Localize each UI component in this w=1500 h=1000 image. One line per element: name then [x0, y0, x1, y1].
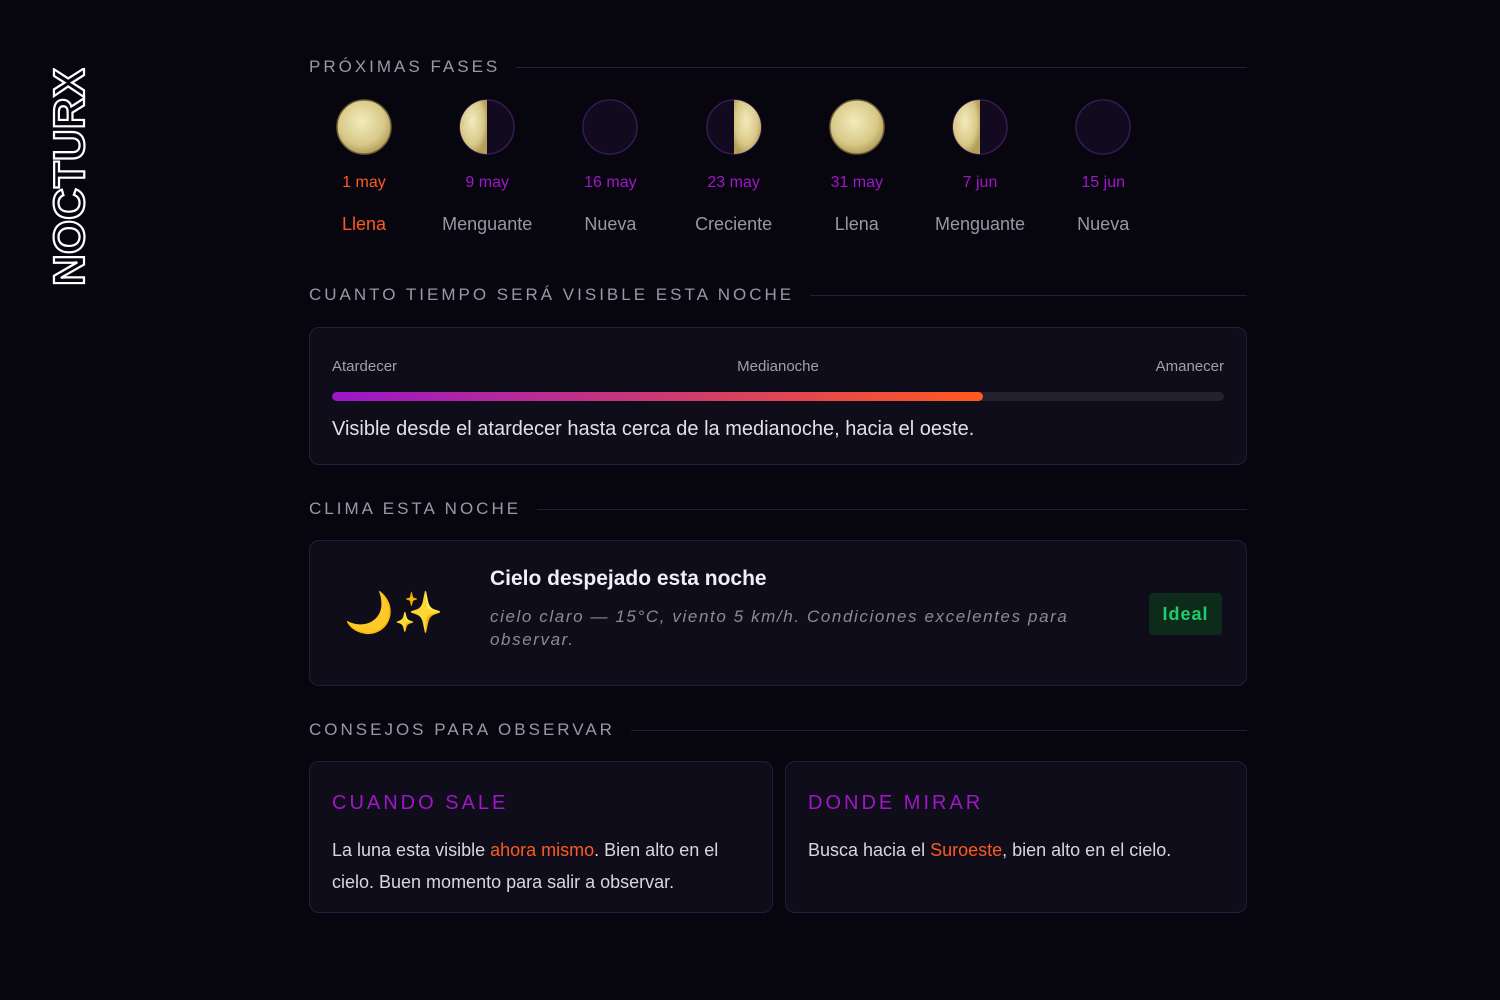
moon-sparkles-icon: 🌙✨: [344, 591, 444, 635]
section-visibility-header: CUANTO TIEMPO SERÁ VISIBLE ESTA NOCHE: [309, 285, 1247, 305]
phase-date: 7 jun: [962, 174, 998, 191]
ideal-badge: Ideal: [1149, 593, 1222, 635]
phase-name: Llena: [834, 214, 879, 234]
tip-highlight: Suroeste: [930, 840, 1003, 860]
phase-name: Llena: [341, 214, 387, 234]
phase-date: 31 may: [830, 174, 884, 191]
phase-item: 9 may Menguante: [432, 98, 542, 235]
section-title: PRÓXIMAS FASES: [309, 57, 501, 76]
phase-item: 7 jun Menguante: [925, 98, 1035, 235]
divider: [516, 66, 1247, 68]
phase-date: 16 may: [584, 174, 637, 191]
tip-card-where: DONDE MIRAR Busca hacia el Suroeste, bie…: [785, 761, 1247, 913]
weather-title: Cielo despejado esta noche: [490, 567, 767, 590]
phase-item: 31 may Llena: [802, 98, 912, 235]
section-title: CUANTO TIEMPO SERÁ VISIBLE ESTA NOCHE: [309, 285, 795, 304]
tip-text-part: Busca hacia el: [808, 840, 931, 860]
midnight-label: Medianoche: [737, 358, 819, 375]
full-moon-icon: [829, 99, 885, 155]
divider: [537, 508, 1247, 510]
tip-text: La luna esta visible ahora mismo. Bien a…: [332, 834, 732, 898]
section-title: CLIMA ESTA NOCHE: [309, 499, 522, 518]
logo-text: NOCTURX: [48, 68, 92, 286]
tip-text: Busca hacia el Suroeste, bien alto en el…: [808, 834, 1206, 866]
phase-date: 1 may: [342, 174, 386, 191]
phase-name: Creciente: [695, 214, 773, 234]
phase-item: 1 may Llena: [309, 98, 419, 235]
divider: [630, 729, 1247, 731]
phase-item: 16 may Nueva: [555, 98, 665, 235]
new-moon-icon: [1075, 99, 1131, 155]
visibility-bar: [332, 392, 1224, 401]
tip-title: DONDE MIRAR: [808, 792, 984, 814]
section-phases-header: PRÓXIMAS FASES: [309, 57, 1247, 77]
section-tips-header: CONSEJOS PARA OBSERVAR: [309, 720, 1247, 740]
brand-logo: NOCTURX: [48, 68, 92, 288]
phase-name: Menguante: [934, 214, 1026, 234]
tip-card-when: CUANDO SALE La luna esta visible ahora m…: [309, 761, 773, 913]
weather-description: cielo claro — 15°C, viento 5 km/h. Condi…: [490, 607, 1069, 649]
sunrise-label: Amanecer: [1155, 358, 1224, 375]
weather-card: 🌙✨ Cielo despejado esta noche cielo clar…: [309, 540, 1247, 686]
nocturx-logo: NOCTURX: [48, 68, 92, 287]
visibility-description: Visible desde el atardecer hasta cerca d…: [332, 418, 975, 440]
divider: [810, 294, 1247, 296]
sunset-label: Atardecer: [332, 358, 398, 375]
phases-row: 1 may Llena 9 may Menguante 16 may Nueva 23 ma…: [309, 98, 1189, 248]
visibility-bar-fill: [332, 392, 984, 401]
tip-highlight: ahora mismo: [490, 840, 595, 860]
waning-moon-icon: [952, 99, 1008, 155]
phase-date: 9 may: [465, 174, 509, 191]
phase-name: Nueva: [584, 214, 637, 234]
full-moon-icon: [336, 99, 392, 155]
phase-name: Nueva: [1077, 214, 1130, 234]
section-weather-header: CLIMA ESTA NOCHE: [309, 499, 1247, 519]
phase-date: 23 may: [707, 174, 760, 191]
visibility-card: Atardecer Medianoche Amanecer Visible de…: [309, 327, 1247, 465]
waning-moon-icon: [459, 99, 515, 155]
tip-text-part: , bien alto en el cielo.: [1002, 840, 1172, 860]
tip-title: CUANDO SALE: [332, 792, 509, 814]
section-title: CONSEJOS PARA OBSERVAR: [309, 720, 615, 739]
tip-text-part: La luna esta visible: [332, 840, 491, 860]
new-moon-icon: [582, 99, 639, 155]
phase-name: Menguante: [442, 214, 533, 234]
phase-item: 15 jun Nueva: [1048, 98, 1158, 235]
phase-item: 23 may Creciente: [679, 98, 789, 235]
waxing-moon-icon: [705, 99, 762, 155]
phase-date: 15 jun: [1081, 174, 1125, 191]
